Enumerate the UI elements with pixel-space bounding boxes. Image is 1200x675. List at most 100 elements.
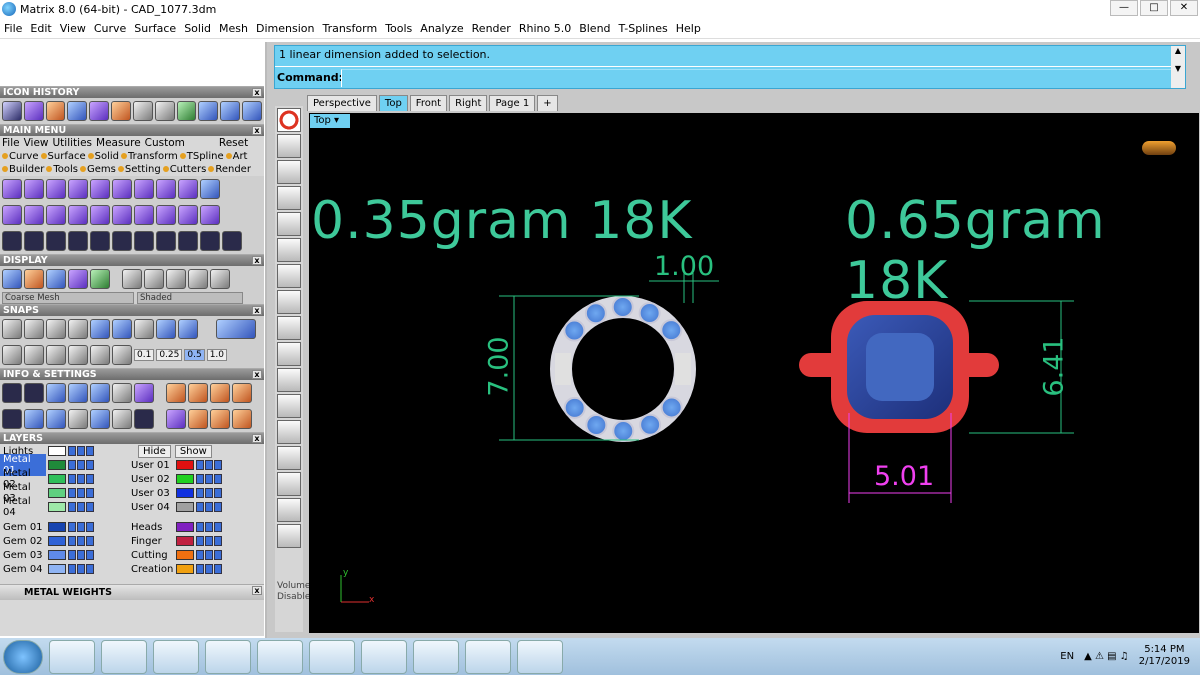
gear-view-icon[interactable] bbox=[277, 524, 301, 548]
cone-icon[interactable] bbox=[156, 205, 176, 225]
object-icon[interactable] bbox=[68, 409, 88, 429]
info-icon[interactable] bbox=[277, 108, 301, 132]
command-scrollbar[interactable]: ▲ ▼ bbox=[1171, 46, 1185, 88]
layer-lock-icon[interactable] bbox=[196, 460, 204, 470]
close-icon[interactable]: x bbox=[252, 586, 262, 595]
grid-display-icon[interactable] bbox=[90, 269, 110, 289]
tab-front[interactable]: Front bbox=[409, 95, 448, 111]
layer-name[interactable]: Heads bbox=[128, 522, 174, 533]
snap-value[interactable]: 0.25 bbox=[156, 349, 183, 361]
layer-row[interactable]: Finger bbox=[128, 534, 262, 548]
hide-button[interactable]: Hide bbox=[138, 444, 171, 458]
layer-name[interactable]: Gem 01 bbox=[0, 522, 46, 533]
tab-perspective[interactable]: Perspective bbox=[307, 95, 377, 111]
layer-row[interactable]: Gem 02 bbox=[0, 534, 128, 548]
layer-name[interactable]: User 04 bbox=[128, 502, 174, 513]
layer-visibility-icon[interactable] bbox=[77, 522, 85, 532]
arrow-icon[interactable] bbox=[134, 231, 154, 251]
layer-name[interactable]: User 02 bbox=[128, 474, 174, 485]
layer-select-icon[interactable] bbox=[214, 502, 222, 512]
erase-icon[interactable] bbox=[232, 383, 252, 403]
main-menu-item[interactable]: Builder bbox=[2, 164, 44, 175]
stack-icon[interactable] bbox=[24, 409, 44, 429]
arc-solid-icon[interactable] bbox=[2, 205, 22, 225]
layer-row[interactable]: Gem 03 bbox=[0, 548, 128, 562]
minimize-button[interactable]: — bbox=[1110, 0, 1138, 16]
axes-icon[interactable] bbox=[277, 212, 301, 236]
main-menu-item[interactable]: Custom bbox=[145, 137, 185, 149]
loop-icon[interactable] bbox=[68, 179, 88, 199]
cap-icon[interactable] bbox=[178, 179, 198, 199]
scatter-icon[interactable] bbox=[2, 231, 22, 251]
add-tab-button[interactable]: + bbox=[537, 95, 558, 111]
grid-info-icon[interactable] bbox=[2, 409, 22, 429]
pen-tool-icon[interactable] bbox=[89, 101, 110, 121]
menu-help[interactable]: Help bbox=[676, 22, 701, 35]
menu-edit[interactable]: Edit bbox=[30, 22, 51, 35]
layer-color-swatch[interactable] bbox=[48, 564, 66, 574]
layer-lock-icon[interactable] bbox=[196, 550, 204, 560]
close-icon[interactable]: x bbox=[252, 256, 262, 265]
shaded-ball-icon[interactable] bbox=[46, 269, 66, 289]
snap-value[interactable]: 0.5 bbox=[184, 349, 205, 361]
main-menu-item[interactable]: Utilities bbox=[53, 137, 93, 149]
link-icon[interactable] bbox=[156, 231, 176, 251]
layer-select-icon[interactable] bbox=[86, 550, 94, 560]
layer-color-swatch[interactable] bbox=[48, 488, 66, 498]
sphere2-icon[interactable] bbox=[46, 205, 66, 225]
gem-info-icon[interactable] bbox=[134, 383, 154, 403]
layer-visibility-icon[interactable] bbox=[205, 460, 213, 470]
layer-color-swatch[interactable] bbox=[176, 522, 194, 532]
layer-color-swatch[interactable] bbox=[48, 460, 66, 470]
metal-sphere-icon[interactable] bbox=[188, 269, 208, 289]
main-menu-item[interactable]: Surface bbox=[41, 151, 86, 162]
main-menu-item[interactable]: Art bbox=[226, 151, 248, 162]
layer-color-swatch[interactable] bbox=[48, 502, 66, 512]
gloss-sphere-icon[interactable] bbox=[166, 269, 186, 289]
ortho-snap-icon[interactable] bbox=[90, 345, 110, 365]
planar-snap-icon[interactable] bbox=[112, 345, 132, 365]
layer-name[interactable]: Cutting bbox=[128, 550, 174, 561]
tube-icon[interactable] bbox=[112, 205, 132, 225]
fan-icon[interactable] bbox=[277, 134, 301, 158]
explorer-icon[interactable] bbox=[101, 639, 147, 674]
mesh-select[interactable]: Coarse Mesh bbox=[2, 292, 134, 304]
main-menu-item[interactable]: Render bbox=[208, 164, 251, 175]
snap-knot-icon[interactable] bbox=[216, 319, 256, 339]
layer-select-icon[interactable] bbox=[86, 502, 94, 512]
close-icon[interactable]: x bbox=[252, 88, 262, 97]
layer-select-icon[interactable] bbox=[214, 488, 222, 498]
layer-select-icon[interactable] bbox=[86, 522, 94, 532]
snap-value[interactable]: 0.1 bbox=[134, 349, 155, 361]
box-top-icon[interactable] bbox=[277, 290, 301, 314]
layer-select-icon[interactable] bbox=[86, 488, 94, 498]
main-menu-item[interactable]: Gems bbox=[80, 164, 116, 175]
snap-info-icon[interactable] bbox=[210, 409, 230, 429]
layer-name[interactable]: Gem 03 bbox=[0, 550, 46, 561]
layer-visibility-icon[interactable] bbox=[77, 460, 85, 470]
main-menu-item[interactable]: TSpline bbox=[180, 151, 224, 162]
render-info-icon[interactable] bbox=[166, 409, 186, 429]
layer-lock-icon[interactable] bbox=[68, 488, 76, 498]
r-icon[interactable] bbox=[277, 420, 301, 444]
layer-visibility-icon[interactable] bbox=[77, 564, 85, 574]
document-icon[interactable] bbox=[90, 383, 110, 403]
layer-visibility-icon[interactable] bbox=[205, 474, 213, 484]
menu-transform[interactable]: Transform bbox=[322, 22, 377, 35]
h-icon[interactable] bbox=[277, 472, 301, 496]
cube2-icon[interactable] bbox=[24, 205, 44, 225]
off-icon[interactable] bbox=[277, 394, 301, 418]
shade-select[interactable]: Shaded bbox=[137, 292, 243, 304]
box-icon[interactable] bbox=[90, 179, 110, 199]
layer-lock-icon[interactable] bbox=[196, 564, 204, 574]
layer-visibility-icon[interactable] bbox=[77, 502, 85, 512]
paint-icon[interactable] bbox=[465, 639, 511, 674]
layer-lock-icon[interactable] bbox=[68, 474, 76, 484]
back-arrow-icon[interactable] bbox=[220, 101, 241, 121]
tray-icons[interactable]: ▲ ⚠ ▤ ♫ bbox=[1084, 651, 1129, 662]
layer-color-swatch[interactable] bbox=[48, 474, 66, 484]
layer-color-swatch[interactable] bbox=[176, 550, 194, 560]
ring-icon[interactable] bbox=[46, 179, 66, 199]
layer-name[interactable]: User 03 bbox=[128, 488, 174, 499]
layer-visibility-icon[interactable] bbox=[205, 536, 213, 546]
